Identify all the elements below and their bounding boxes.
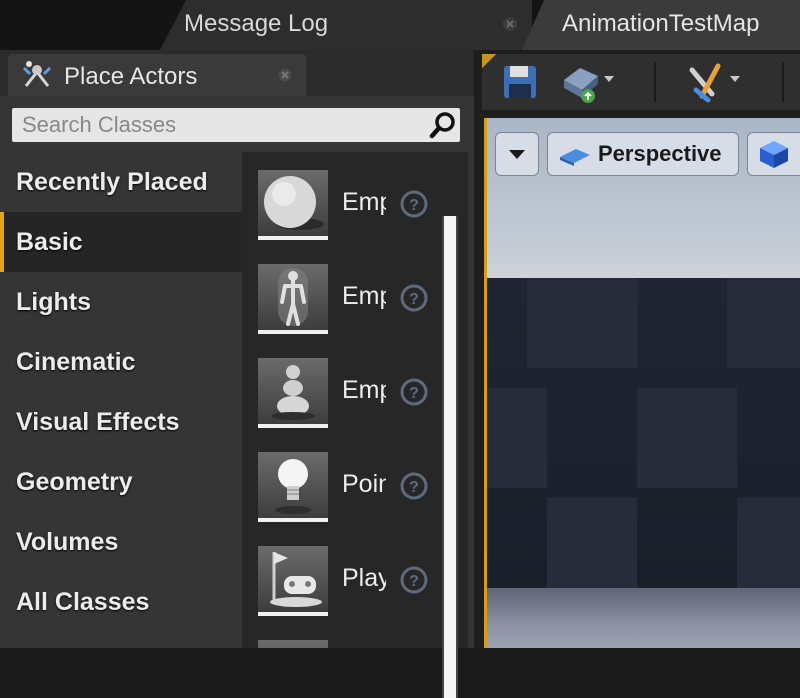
search-icon[interactable] <box>428 110 458 140</box>
actor-name: Poin <box>342 470 386 498</box>
close-icon[interactable] <box>278 68 292 82</box>
actor-thumbnail <box>258 358 328 428</box>
actor-name: Emp <box>342 188 386 216</box>
viewport-options-button[interactable] <box>495 132 539 176</box>
place-actors-body: Recently Placed Basic Lights Cinematic V… <box>0 96 474 648</box>
list-item[interactable]: Emp ? <box>258 358 458 430</box>
toolbar-separator <box>782 62 784 102</box>
list-item[interactable]: Play ? <box>258 546 458 618</box>
help-icon[interactable]: ? <box>400 566 428 594</box>
lit-mode-button[interactable] <box>747 132 800 176</box>
category-list: Recently Placed Basic Lights Cinematic V… <box>0 152 242 648</box>
level-editor-area: Perspective <box>474 50 800 648</box>
svg-text:?: ? <box>409 479 419 496</box>
panel-title: Place Actors <box>64 63 198 90</box>
checker-wall <box>487 278 800 598</box>
actor-name: Emp <box>342 376 386 404</box>
chevron-down-icon <box>509 150 525 159</box>
pawn-icon <box>271 365 315 420</box>
svg-text:?: ? <box>409 197 419 214</box>
level-viewport[interactable]: Perspective <box>484 118 800 648</box>
category-geometry[interactable]: Geometry <box>0 452 242 512</box>
help-icon[interactable]: ? <box>400 284 428 312</box>
view-mode-label: Perspective <box>598 141 722 166</box>
actor-thumbnail <box>258 264 328 334</box>
character-icon <box>278 268 308 326</box>
perspective-button[interactable]: Perspective <box>547 132 739 176</box>
category-all-classes[interactable]: All Classes <box>0 572 242 632</box>
actor-thumbnail <box>258 546 328 616</box>
settings-tools-icon[interactable] <box>682 54 748 110</box>
category-visual-effects[interactable]: Visual Effects <box>0 392 242 452</box>
list-item[interactable] <box>258 640 458 648</box>
document-tab-strip: Message Log AnimationTestMap <box>0 0 800 50</box>
source-control-icon[interactable] <box>558 54 622 110</box>
category-basic[interactable]: Basic <box>0 212 242 272</box>
category-lights[interactable]: Lights <box>0 272 242 332</box>
search-box <box>12 108 460 142</box>
tab-message-log-label: Message Log <box>184 10 329 37</box>
help-icon[interactable]: ? <box>400 472 428 500</box>
tab-animation-test-map[interactable]: AnimationTestMap <box>522 0 800 50</box>
search-input[interactable] <box>12 108 432 142</box>
save-icon[interactable] <box>500 54 540 110</box>
perspective-camera-icon <box>560 149 590 166</box>
category-volumes[interactable]: Volumes <box>0 512 242 572</box>
list-item[interactable]: Emp ? <box>258 264 458 336</box>
lightbulb-icon <box>275 459 311 514</box>
actor-thumbnail <box>258 452 328 522</box>
actor-thumbnail <box>258 640 328 648</box>
actor-name: Emp <box>342 282 386 310</box>
actor-thumbnail <box>258 170 328 240</box>
toolbar-separator <box>654 62 656 102</box>
svg-text:?: ? <box>409 291 419 308</box>
active-panel-marker <box>482 54 496 68</box>
actor-name: Play <box>342 564 386 592</box>
scrollbar-thumb[interactable] <box>444 216 456 698</box>
tab-message-log[interactable]: Message Log <box>160 0 532 50</box>
tab-map-label: AnimationTestMap <box>562 10 760 37</box>
help-icon[interactable]: ? <box>400 190 428 218</box>
place-actors-icon <box>22 61 52 87</box>
list-item[interactable]: Emp ? <box>258 170 458 242</box>
player-start-icon <box>270 552 322 607</box>
place-actors-panel: Place Actors Recently Placed Basic Light… <box>0 50 474 698</box>
actor-list-scrollbar[interactable] <box>442 216 458 698</box>
lit-cube-icon <box>760 141 788 168</box>
category-cinematic[interactable]: Cinematic <box>0 332 242 392</box>
sphere-icon <box>264 176 324 230</box>
help-icon[interactable]: ? <box>400 378 428 406</box>
list-item[interactable]: Poin ? <box>258 452 458 524</box>
svg-text:?: ? <box>409 573 419 590</box>
actor-list: Emp ? Emp ? <box>242 152 468 648</box>
main-toolbar <box>482 54 800 110</box>
floor-plane <box>487 588 800 648</box>
category-recently-placed[interactable]: Recently Placed <box>0 152 242 212</box>
svg-text:?: ? <box>409 385 419 402</box>
close-icon[interactable] <box>502 16 518 32</box>
place-actors-tab[interactable]: Place Actors <box>8 54 306 96</box>
